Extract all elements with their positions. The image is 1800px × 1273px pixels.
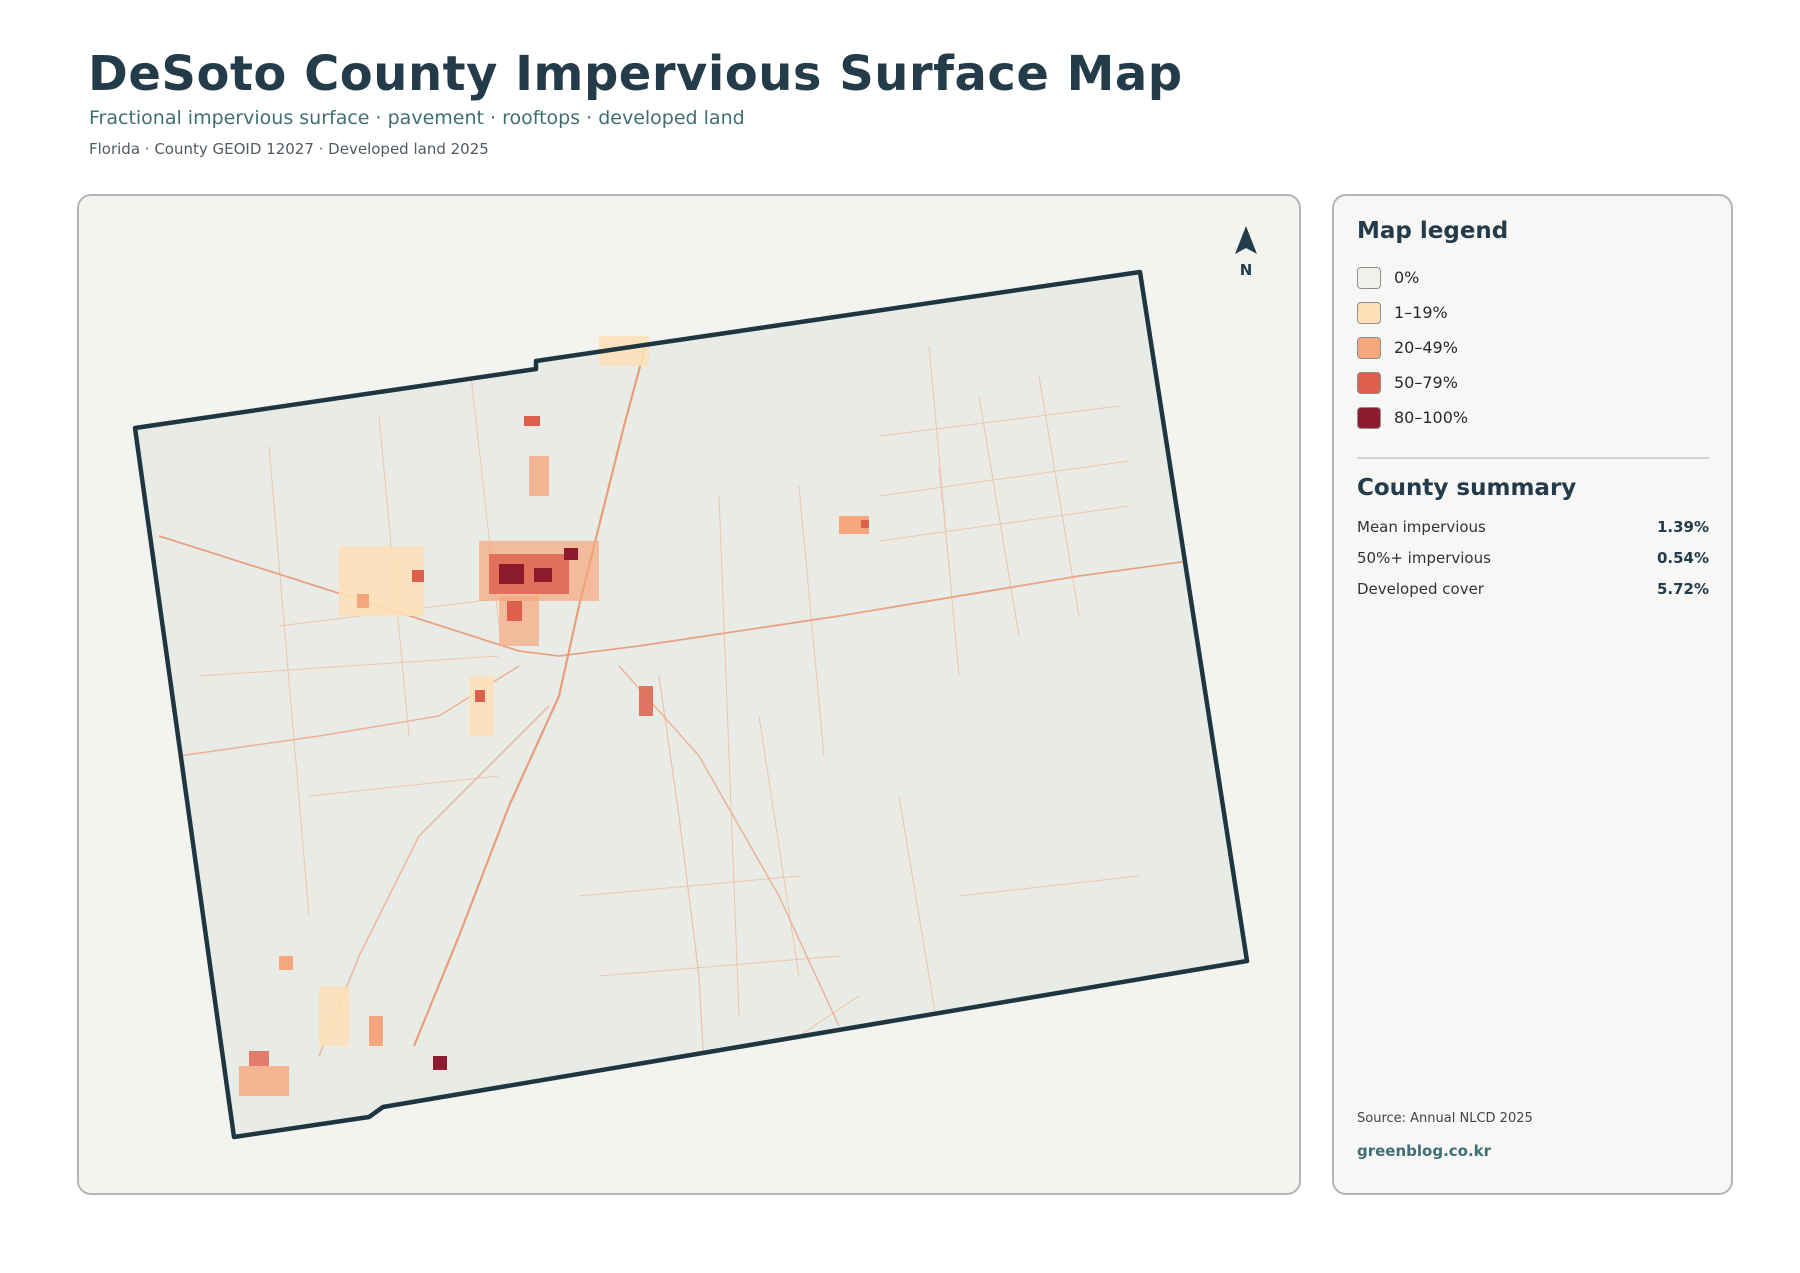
legend-label: 50–79% <box>1394 373 1458 392</box>
stat-value: 5.72% <box>1656 580 1709 598</box>
legend-label: 80–100% <box>1394 408 1469 427</box>
page-subtitle: Fractional impervious surface · pavement… <box>89 107 745 129</box>
urban-cluster-west <box>339 546 424 616</box>
stat-value: 0.54% <box>1656 549 1709 567</box>
stat-row: 50%+ impervious 0.54% <box>1357 549 1709 571</box>
county-map: N <box>132 226 1257 1140</box>
stat-row: Mean impervious 1.39% <box>1357 518 1709 540</box>
legend-swatch <box>1357 267 1381 289</box>
legend-swatch <box>1357 372 1381 394</box>
stat-label: 50%+ impervious <box>1357 549 1491 567</box>
legend-panel: Map legend 0% 1–19% 20–49% 50–79% 80–100… <box>1332 194 1733 1195</box>
page-title: DeSoto County Impervious Surface Map <box>88 46 1183 102</box>
summary-title: County summary <box>1357 475 1577 501</box>
legend-label: 1–19% <box>1394 303 1448 322</box>
legend-swatch <box>1357 302 1381 324</box>
north-label: N <box>1240 261 1253 279</box>
legend-title: Map legend <box>1357 218 1509 244</box>
stat-label: Developed cover <box>1357 580 1484 598</box>
stat-row: Developed cover 5.72% <box>1357 580 1709 602</box>
stat-label: Mean impervious <box>1357 518 1486 536</box>
site-credit: greenblog.co.kr <box>1357 1142 1492 1160</box>
legend-swatch <box>1357 337 1381 359</box>
legend-label: 20–49% <box>1394 338 1458 357</box>
map-panel: N <box>77 194 1301 1195</box>
legend-swatch <box>1357 407 1381 429</box>
source-note: Source: Annual NLCD 2025 <box>1357 1111 1533 1126</box>
legend-label: 0% <box>1394 268 1420 287</box>
north-arrow: N <box>1235 226 1257 279</box>
stat-value: 1.39% <box>1656 518 1709 536</box>
page-meta: Florida · County GEOID 12027 · Developed… <box>89 140 489 158</box>
north-arrow-icon <box>1235 226 1257 254</box>
legend-divider <box>1357 457 1709 459</box>
